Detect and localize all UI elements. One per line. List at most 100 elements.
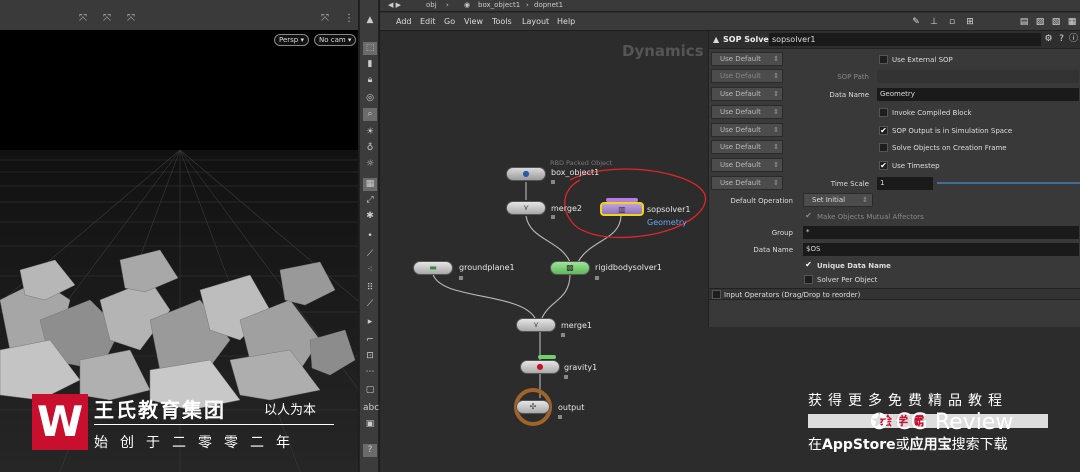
data-name-field[interactable]: Geometry	[877, 88, 1079, 101]
info-icon[interactable]: ⓘ	[1068, 34, 1079, 45]
brand-title: 王氏教育集团	[94, 398, 226, 422]
time-scale-field[interactable]: 1	[877, 177, 933, 190]
group-field[interactable]: *	[803, 226, 1079, 239]
solver-per-object-checkbox[interactable]	[804, 275, 813, 284]
point-icon[interactable]: ⁖	[363, 264, 377, 277]
groundplane-icon: ▬	[429, 263, 437, 272]
scale-icon[interactable]: ⊡	[363, 350, 377, 363]
bulb-icon[interactable]: ♁	[363, 142, 377, 155]
select-icon[interactable]: ⬚	[363, 42, 377, 55]
sop-path-label: SOP Path	[837, 73, 869, 81]
camera-icon[interactable]: ◎	[363, 92, 377, 105]
zoom-icon[interactable]: ⌕	[363, 108, 377, 121]
viewport-toolbar: ⤧ ⤧ ⤧ ⤧ ⋮	[0, 0, 358, 30]
wand-icon[interactable]: ⟋	[363, 248, 377, 261]
corner-icon[interactable]: ⌐	[363, 334, 377, 347]
use-default-label: Use Default	[720, 55, 761, 63]
updown-icon: ⇕	[773, 108, 779, 116]
camera-menu[interactable]: Persp ▾	[274, 34, 309, 46]
help-icon[interactable]: ?	[363, 444, 377, 457]
use-default-dropdown[interactable]: Use Default ⇕	[711, 105, 783, 119]
light-bulb-icon[interactable]: ☼	[363, 158, 377, 171]
solve-on-creation-checkbox[interactable]	[879, 143, 888, 152]
data-name-field[interactable]: $OS	[803, 243, 1079, 256]
node-name-field[interactable]: sopsolver1	[769, 33, 1041, 46]
parameter-pane: ▲ SOP Solver sopsolver1 ⚙ ? ⓘ Use Defaul…	[708, 31, 1080, 327]
sop-path-field[interactable]	[877, 70, 1079, 83]
node-merge1[interactable]: ⋎	[516, 318, 556, 332]
time-scale-slider[interactable]	[937, 182, 1080, 184]
node-output[interactable]: ✣	[516, 400, 550, 414]
pose-icon[interactable]: ✱	[363, 210, 377, 223]
use-default-label: Use Default	[720, 143, 761, 151]
gravity-icon: ●	[536, 362, 544, 371]
up-arrow-icon[interactable]: ▲	[363, 14, 377, 27]
brand-rule	[94, 424, 334, 425]
node-label: rigidbodysolver1	[595, 263, 662, 272]
lock-icon[interactable]: 🔒︎	[363, 74, 377, 87]
input-operators-list[interactable]: Input Operators (Drag/Drop to reorder)	[709, 288, 1080, 300]
node-label: gravity1	[564, 363, 598, 372]
grid-snap-icon[interactable]: ▦	[363, 178, 377, 191]
use-timestep-checkbox[interactable]: ✔	[879, 161, 888, 170]
tool-icon[interactable]: ⤧	[318, 12, 332, 26]
node-groundplane1[interactable]: ▬	[413, 261, 453, 275]
node-merge2[interactable]: ⋎	[506, 201, 546, 215]
time-scale-label: Time Scale	[830, 180, 869, 188]
merge-icon: ⋎	[533, 320, 539, 329]
sop-output-sim-checkbox[interactable]: ✔	[879, 126, 888, 135]
vertex-icon[interactable]: ⠿	[363, 282, 377, 295]
snap-icon[interactable]: ⤢	[363, 194, 377, 207]
gear-icon[interactable]: ⚙	[1043, 34, 1054, 45]
input-operators-toggle[interactable]	[712, 290, 721, 299]
transform-icon[interactable]: ▮	[363, 58, 377, 71]
use-default-dropdown[interactable]: Use Default ⇕	[711, 123, 783, 137]
edge-icon[interactable]: ⟋	[363, 298, 377, 311]
grid-icon[interactable]: ⋮	[342, 12, 356, 26]
node-rigidbodysolver1[interactable]: ▩	[550, 261, 590, 275]
brand-subtitle: 以人为本	[264, 403, 317, 418]
unique-data-name-checkbox[interactable]: ✔	[804, 261, 813, 270]
use-external-sop-checkbox[interactable]	[879, 55, 888, 64]
use-default-label: Use Default	[720, 72, 761, 80]
cam-menu[interactable]: No cam ▾	[314, 34, 357, 46]
box-icon[interactable]: ▢	[363, 384, 377, 397]
invoke-compiled-label: Invoke Compiled Block	[892, 109, 972, 117]
mutual-affectors-checkbox[interactable]: ✔	[804, 212, 813, 221]
display-icon[interactable]: ▣	[363, 418, 377, 431]
use-default-dropdown[interactable]: Use Default ⇕	[711, 87, 783, 101]
use-default-dropdown[interactable]: Use Default ⇕	[711, 176, 783, 190]
use-default-dropdown[interactable]: Use Default ⇕	[711, 69, 783, 83]
use-default-label: Use Default	[720, 179, 761, 187]
default-operation-dropdown[interactable]: Set Initial ⇕	[803, 193, 873, 207]
rbd-solver-icon: ▩	[566, 263, 574, 272]
use-default-dropdown[interactable]: Use Default ⇕	[711, 140, 783, 154]
solver-per-object-label: Solver Per Object	[817, 276, 878, 284]
help-icon[interactable]: ?	[1056, 34, 1067, 45]
node-sopsolver1[interactable]: ▥	[600, 202, 644, 216]
display-flag[interactable]	[538, 355, 556, 359]
node-box-object1[interactable]: ●	[506, 167, 546, 181]
use-default-dropdown[interactable]: Use Default ⇕	[711, 158, 783, 172]
updown-icon: ⇕	[773, 55, 779, 63]
abc-icon[interactable]: abc	[363, 402, 379, 415]
primitive-icon[interactable]: ▸	[363, 316, 377, 329]
invoke-compiled-checkbox[interactable]	[879, 108, 888, 117]
tool-icon[interactable]: ⤧	[100, 12, 114, 26]
node-flag	[595, 276, 599, 280]
node-label: sopsolver1	[647, 205, 691, 214]
merge-icon: ⋎	[523, 203, 529, 212]
use-default-dropdown[interactable]: Use Default ⇕	[711, 52, 783, 66]
brand-slogan: 始创于二零零二年	[94, 435, 302, 451]
tool-icon[interactable]: ⤧	[76, 12, 90, 26]
node-flag	[558, 415, 562, 419]
sop-solver-icon: ▥	[618, 205, 626, 214]
node-gravity1[interactable]: ●	[520, 360, 560, 374]
bypass-flag[interactable]	[606, 198, 638, 202]
pivot-icon[interactable]: ⋯	[363, 366, 377, 379]
tool-shelf: ▲ ⬚ ▮ 🔒︎ ◎ ⌕ ☀ ♁ ☼ ▦ ⤢ ✱ • ⟋ ⁖ ⠿ ⟋ ▸ ⌐ ⊡…	[359, 0, 379, 472]
scene-viewport[interactable]: ⤧ ⤧ ⤧ ⤧ ⋮ Persp ▾ No cam ▾ W 王氏教育集团 以人为本…	[0, 0, 358, 472]
light-icon[interactable]: ☀	[363, 126, 377, 139]
dot-icon[interactable]: •	[363, 230, 377, 243]
tool-icon[interactable]: ⤧	[124, 12, 138, 26]
